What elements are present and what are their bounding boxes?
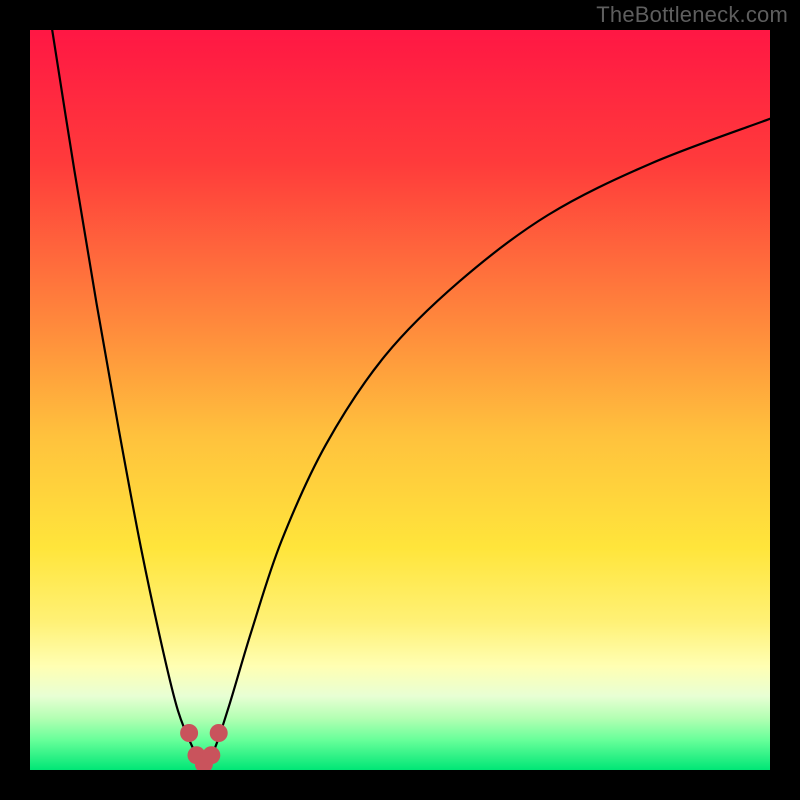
chart-frame: TheBottleneck.com xyxy=(0,0,800,800)
gradient-background xyxy=(30,30,770,770)
watermark-text: TheBottleneck.com xyxy=(596,2,788,28)
plot-area xyxy=(30,30,770,770)
